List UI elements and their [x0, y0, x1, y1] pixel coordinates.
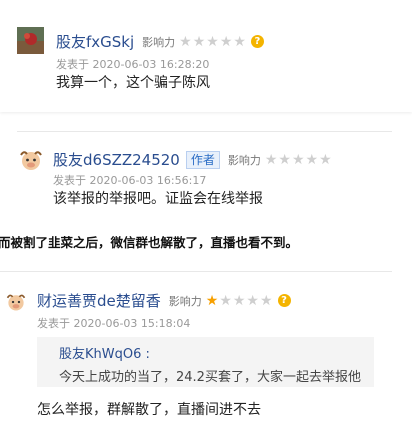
- help-icon[interactable]: ?: [250, 35, 264, 48]
- bull-avatar-icon: [6, 294, 26, 311]
- influence-stars: ★★★★★: [179, 33, 247, 50]
- comment-card-3: 财运善贾de楚留香 影响力 ★★★★★ ? 发表于 2020-06-03 15:…: [0, 262, 412, 445]
- comment-card-1: 股友fxGSkj 影响力 ★★★★★ ? 发表于 2020-06-03 16:2…: [0, 0, 412, 112]
- post-time: 发表于 2020-06-03 16:56:17: [53, 174, 207, 187]
- overlay-text: 而被割了韭菜之后，微信群也解散了，直播也看不到。: [0, 235, 299, 250]
- comment-text: 该举报的举报吧。证监会在线举报: [53, 191, 263, 207]
- quoted-text: 今天上成功的当了，24.2买套了，大家一起去举报他: [59, 370, 361, 385]
- influence-label: 影响力: [227, 153, 261, 167]
- influence-label: 影响力: [168, 294, 202, 308]
- bull-avatar-icon: [20, 151, 42, 170]
- avatar[interactable]: [17, 27, 44, 54]
- comment-text: 我算一个，这个骗子陈风: [56, 75, 210, 91]
- username[interactable]: 股友fxGSkj: [56, 31, 134, 52]
- quoted-reply: 股友KhWqO6 : 今天上成功的当了，24.2买套了，大家一起去举报他: [37, 337, 374, 387]
- comment-card-2: 股友d6SZZ24520 作者 影响力 ★★★★★ 发表于 2020-06-03…: [0, 120, 412, 220]
- quoted-username[interactable]: 股友KhWqO6 :: [59, 343, 150, 362]
- avatar-photo-icon: [17, 27, 44, 54]
- post-time: 发表于 2020-06-03 15:18:04: [37, 317, 191, 330]
- divider: [17, 131, 392, 132]
- divider: [0, 271, 392, 272]
- username[interactable]: 财运善贾de楚留香: [37, 290, 161, 311]
- avatar[interactable]: [5, 291, 27, 313]
- influence-stars: ★★★★★: [205, 292, 274, 309]
- post-time: 发表于 2020-06-03 16:28:20: [56, 58, 210, 71]
- username[interactable]: 股友d6SZZ24520: [53, 149, 180, 170]
- avatar[interactable]: [18, 147, 44, 173]
- comment-text: 怎么举报，群解散了，直播间进不去: [37, 402, 261, 418]
- help-icon[interactable]: ?: [277, 294, 291, 307]
- author-tag: 作者: [185, 150, 220, 169]
- influence-label: 影响力: [142, 35, 176, 49]
- influence-stars: ★★★★★: [264, 151, 333, 168]
